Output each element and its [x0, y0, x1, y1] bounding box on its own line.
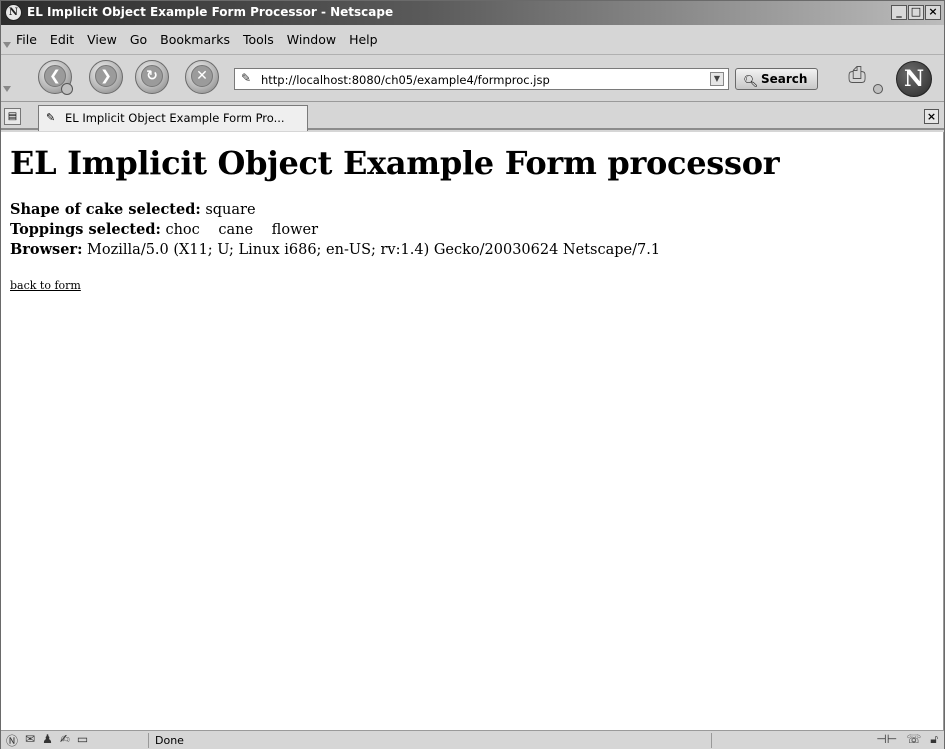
toolbar-grip-icon[interactable] [3, 42, 11, 50]
page-icon: ✎ [46, 111, 56, 124]
back-button[interactable]: ❮ [38, 60, 73, 95]
shape-row: Shape of cake selected: square [10, 200, 934, 220]
menu-file[interactable]: File [15, 32, 38, 47]
browser-window: N EL Implicit Object Example Form Proces… [0, 0, 945, 749]
shape-label: Shape of cake selected: [10, 201, 201, 218]
menu-go[interactable]: Go [129, 32, 148, 47]
toolbar-grip-icon[interactable] [3, 86, 11, 94]
browser-value: Mozilla/5.0 (X11; U; Linux i686; en-US; … [87, 242, 661, 258]
security-lock-icon[interactable]: 🔓︎ [930, 732, 938, 747]
close-button[interactable]: × [925, 5, 941, 20]
popup-blocked-icon[interactable]: ☏ [906, 732, 921, 747]
page-content: EL Implicit Object Example Form processo… [1, 132, 944, 730]
navigation-toolbar: ❮ ❯ ↻ ✕ ✎ http://localhost:8080/ch05/exa… [1, 56, 944, 102]
menu-view[interactable]: View [86, 32, 118, 47]
menu-edit[interactable]: Edit [49, 32, 75, 47]
stop-icon: ✕ [191, 64, 213, 87]
forward-button[interactable]: ❯ [89, 60, 123, 94]
composer-icon[interactable]: ✍ [60, 732, 70, 749]
new-tab-icon[interactable]: ▤ [4, 108, 21, 125]
topping-item: choc [165, 222, 200, 238]
mail-icon[interactable]: ✉ [25, 732, 35, 749]
url-dropdown-icon[interactable]: ▼ [710, 72, 724, 86]
address-book-icon[interactable]: ▭ [77, 732, 88, 749]
tab-active[interactable]: ✎ EL Implicit Object Example Form Pro... [38, 105, 308, 131]
back-history-dropdown-icon[interactable] [61, 83, 73, 95]
reload-icon: ↻ [141, 64, 163, 87]
tab-bar: ▤ ✎ EL Implicit Object Example Form Pro.… [1, 103, 944, 131]
search-button[interactable]: 🔍︎ Search [735, 68, 818, 90]
close-tab-icon[interactable]: × [924, 109, 939, 124]
forward-arrow-icon: ❯ [95, 64, 117, 87]
result-info: Shape of cake selected: square Toppings … [10, 200, 934, 260]
status-divider [148, 733, 149, 748]
shape-value: square [205, 202, 256, 218]
toppings-label: Toppings selected: [10, 221, 161, 238]
menu-tools[interactable]: Tools [242, 32, 275, 47]
print-dropdown-icon[interactable] [873, 84, 883, 94]
topping-item: cane [218, 222, 254, 238]
search-button-label: Search [761, 72, 808, 86]
back-to-form-link[interactable]: back to form [10, 279, 81, 292]
menu-bookmarks[interactable]: Bookmarks [159, 32, 231, 47]
status-bar: Ⓝ ✉ ♟ ✍ ▭ Done ⊣⊢ ☏ 🔓︎ [1, 730, 944, 749]
status-divider [711, 733, 712, 748]
printer-icon: ⎙ [848, 63, 866, 88]
toppings-row: Toppings selected: choc cane flower [10, 220, 934, 240]
menu-help[interactable]: Help [348, 32, 379, 47]
navigator-icon[interactable]: Ⓝ [6, 732, 18, 749]
minimize-button[interactable]: _ [891, 5, 907, 20]
tab-label: EL Implicit Object Example Form Pro... [65, 111, 285, 125]
menu-window[interactable]: Window [286, 32, 337, 47]
instant-messenger-icon[interactable]: ♟ [42, 732, 53, 749]
print-button[interactable]: ⎙ [841, 62, 883, 94]
status-text: Done [155, 734, 184, 747]
title-bar[interactable]: N EL Implicit Object Example Form Proces… [1, 1, 944, 25]
menu-bar: File Edit View Go Bookmarks Tools Window… [1, 25, 944, 55]
window-title: EL Implicit Object Example Form Processo… [27, 5, 394, 19]
netscape-logo-icon[interactable]: N [5, 4, 22, 21]
topping-item: flower [271, 222, 318, 238]
reload-button[interactable]: ↻ [135, 60, 169, 94]
browser-label: Browser: [10, 241, 83, 258]
maximize-button[interactable]: □ [908, 5, 924, 20]
stop-button[interactable]: ✕ [185, 60, 219, 94]
online-status-icon[interactable]: ⊣⊢ [876, 732, 897, 747]
url-text[interactable]: http://localhost:8080/ch05/example4/form… [261, 73, 550, 87]
netscape-throbber-icon[interactable]: N [896, 61, 932, 97]
url-field[interactable]: ✎ http://localhost:8080/ch05/example4/fo… [234, 68, 729, 90]
page-heading: EL Implicit Object Example Form processo… [10, 144, 780, 182]
search-icon: 🔍︎ [743, 74, 759, 88]
browser-row: Browser: Mozilla/5.0 (X11; U; Linux i686… [10, 240, 934, 260]
page-proxy-icon[interactable]: ✎ [241, 71, 251, 85]
